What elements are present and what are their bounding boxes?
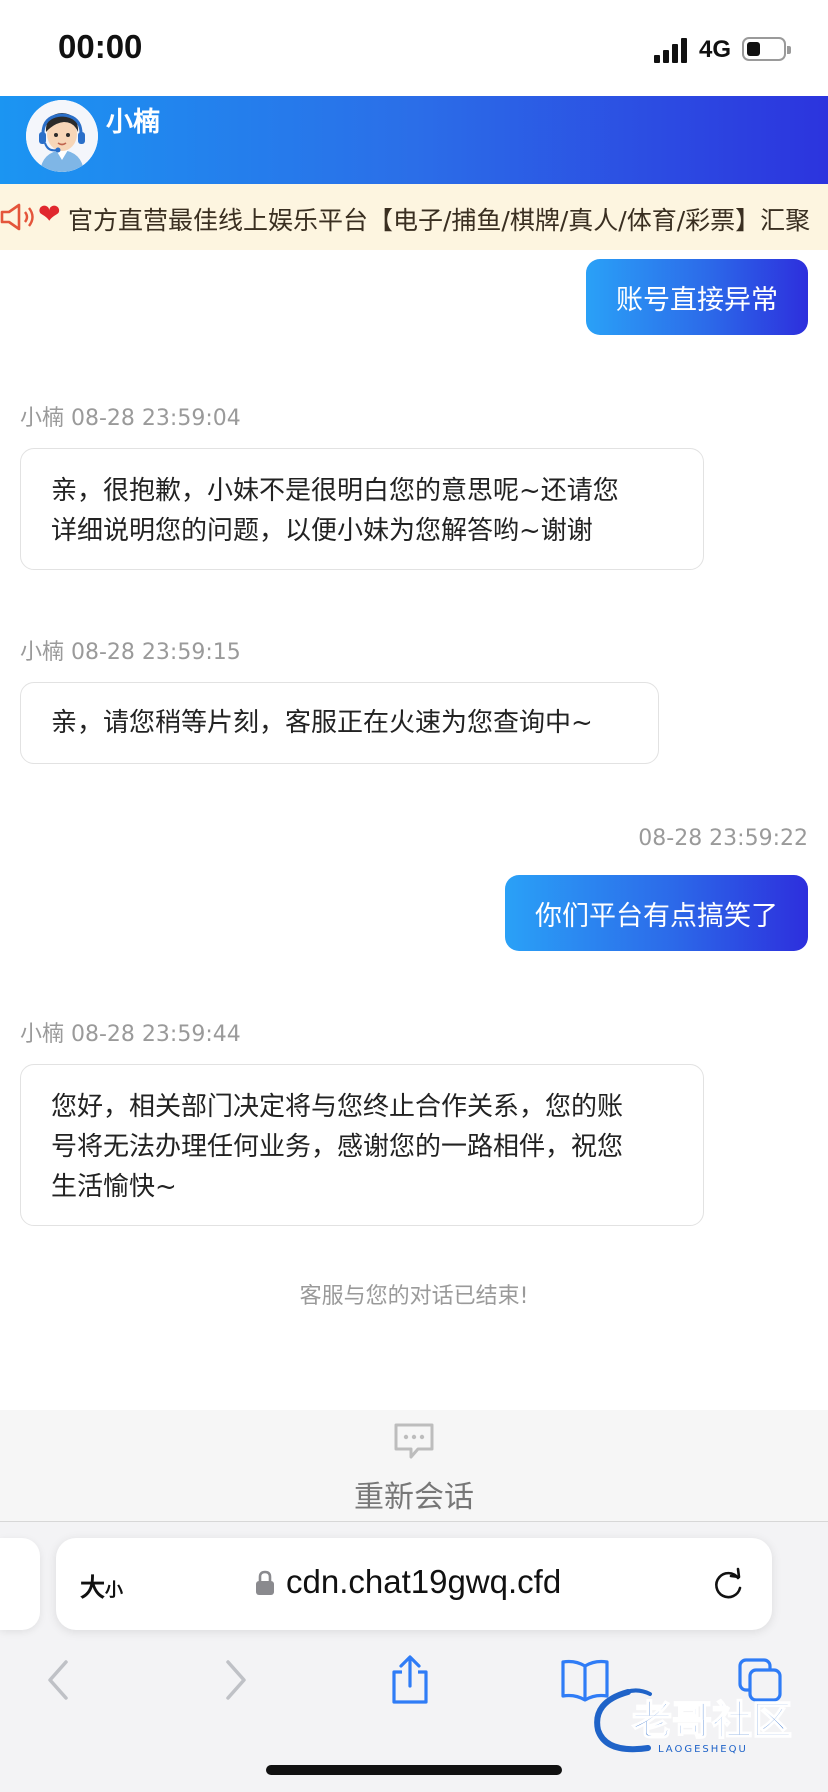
message-meta: 小楠 08-28 23:59:15 bbox=[20, 640, 241, 665]
announcement-text: 官方直营最佳线上娱乐平台【电子/捕鱼/棋牌/真人/体育/彩票】汇聚 bbox=[68, 206, 811, 235]
status-time: 00:00 bbox=[58, 28, 143, 65]
text-size-button[interactable]: 大小 bbox=[80, 1568, 123, 1604]
lock-icon bbox=[255, 1570, 275, 1596]
watermark-text: 老哥社区 bbox=[632, 1698, 792, 1744]
status-bar: 00:00 4G bbox=[0, 0, 828, 96]
message-meta: 08-28 23:59:22 bbox=[638, 826, 808, 851]
watermark-logo: 老哥社区 LAOGESHEQU bbox=[588, 1682, 814, 1762]
chat-header: 小楠 bbox=[0, 96, 828, 184]
message-text: 你们平台有点搞笑了 bbox=[535, 900, 778, 932]
forward-icon[interactable] bbox=[206, 1652, 266, 1708]
message-line: 详细说明您的问题，以便小妹为您解答哟~谢谢 bbox=[51, 516, 593, 546]
heart-icon: ❤ bbox=[38, 199, 61, 230]
message-line: 亲，请您稍等片刻，客服正在火速为您查询中~ bbox=[51, 708, 593, 738]
home-indicator bbox=[266, 1765, 562, 1775]
agent-avatar bbox=[26, 100, 98, 172]
message-meta: 小楠 08-28 23:59:04 bbox=[20, 406, 241, 431]
message-line: 生活愉快~ bbox=[51, 1172, 177, 1202]
message-meta: 小楠 08-28 23:59:44 bbox=[20, 1022, 241, 1047]
battery-icon bbox=[742, 37, 791, 61]
conversation-ended-note: 客服与您的对话已结束! bbox=[299, 1284, 529, 1309]
chat-icon bbox=[393, 1422, 435, 1460]
message-line: 您好，相关部门决定将与您终止合作关系，您的账 bbox=[51, 1092, 624, 1122]
message-line: 亲，很抱歉，小妹不是很明白您的意思呢~还请您 bbox=[51, 476, 619, 506]
reload-icon[interactable] bbox=[710, 1566, 746, 1602]
signal-icon bbox=[654, 37, 688, 63]
url-text: cdn.chat19gwq.cfd bbox=[286, 1563, 562, 1600]
agent-message-bubble: 亲，很抱歉，小妹不是很明白您的意思呢~还请您 详细说明您的问题，以便小妹为您解答… bbox=[20, 448, 704, 570]
message-line: 号将无法办理任何业务，感谢您的一路相伴，祝您 bbox=[51, 1132, 624, 1162]
text-size-big: 大 bbox=[80, 1573, 106, 1602]
agent-message-bubble: 亲，请您稍等片刻，客服正在火速为您查询中~ bbox=[20, 682, 659, 764]
user-message-bubble: 你们平台有点搞笑了 bbox=[505, 875, 808, 951]
agent-name: 小楠 bbox=[106, 107, 160, 138]
browser-toolbar: 大小 cdn.chat19gwq.cfd 老哥社区 LAOGESHEQU bbox=[0, 1522, 828, 1792]
chat-log[interactable]: 账号直接异常 小楠 08-28 23:59:04 亲，很抱歉，小妹不是很明白您的… bbox=[0, 250, 828, 1410]
text-size-small: 小 bbox=[105, 1580, 124, 1601]
restart-conversation-button[interactable]: 重新会话 bbox=[0, 1410, 828, 1522]
address-bar[interactable]: 大小 cdn.chat19gwq.cfd bbox=[56, 1538, 772, 1630]
share-icon[interactable] bbox=[380, 1652, 440, 1708]
announcement-marquee: ❤ 官方直营最佳线上娱乐平台【电子/捕鱼/棋牌/真人/体育/彩票】汇聚 bbox=[0, 184, 828, 250]
previous-tab-preview[interactable] bbox=[0, 1538, 40, 1630]
agent-message-bubble: 您好，相关部门决定将与您终止合作关系，您的账 号将无法办理任何业务，感谢您的一路… bbox=[20, 1064, 704, 1226]
message-text: 账号直接异常 bbox=[616, 284, 778, 316]
restart-label: 重新会话 bbox=[354, 1480, 474, 1515]
watermark-subtext: LAOGESHEQU bbox=[658, 1744, 748, 1755]
network-type: 4G bbox=[699, 36, 732, 63]
speaker-icon bbox=[0, 202, 36, 232]
back-icon[interactable] bbox=[28, 1652, 88, 1708]
user-message-bubble: 账号直接异常 bbox=[586, 259, 808, 335]
